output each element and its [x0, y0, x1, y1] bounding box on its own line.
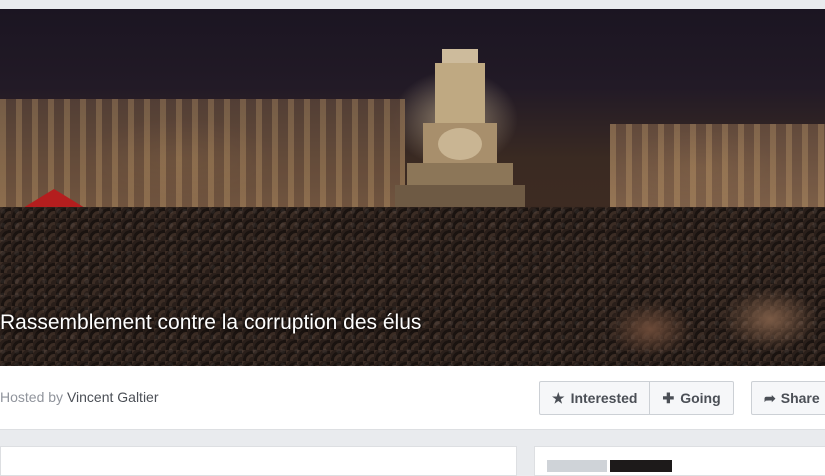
share-arrow-icon: ➦: [764, 389, 776, 406]
star-icon: ★: [552, 389, 565, 406]
top-strip: [0, 0, 825, 9]
hosted-by-prefix: Hosted by: [0, 389, 67, 405]
plus-icon: ✚: [662, 389, 675, 406]
event-title: Rassemblement contre la corruption des é…: [0, 311, 422, 334]
host-name-link[interactable]: Vincent Galtier: [67, 389, 159, 405]
going-button[interactable]: ✚ Going: [649, 382, 732, 414]
interested-label: Interested: [570, 390, 638, 406]
interested-button[interactable]: ★ Interested: [540, 382, 649, 414]
rsvp-button-group: ★ Interested ✚ Going: [539, 381, 734, 415]
event-details-card: [0, 446, 517, 476]
side-card-thumbnail[interactable]: [547, 460, 607, 472]
cover-buildings-right: [610, 124, 825, 214]
going-label: Going: [680, 390, 721, 406]
hosted-by: Hosted by Vincent Galtier: [0, 389, 159, 405]
cover-monument: [395, 49, 525, 209]
share-label: Share: [780, 390, 820, 406]
cover-crowd-foreground: [560, 259, 825, 366]
share-button[interactable]: ➦ Share: [751, 381, 825, 415]
side-card-thumbnail-dark[interactable]: [610, 460, 672, 472]
side-card: [534, 446, 825, 476]
